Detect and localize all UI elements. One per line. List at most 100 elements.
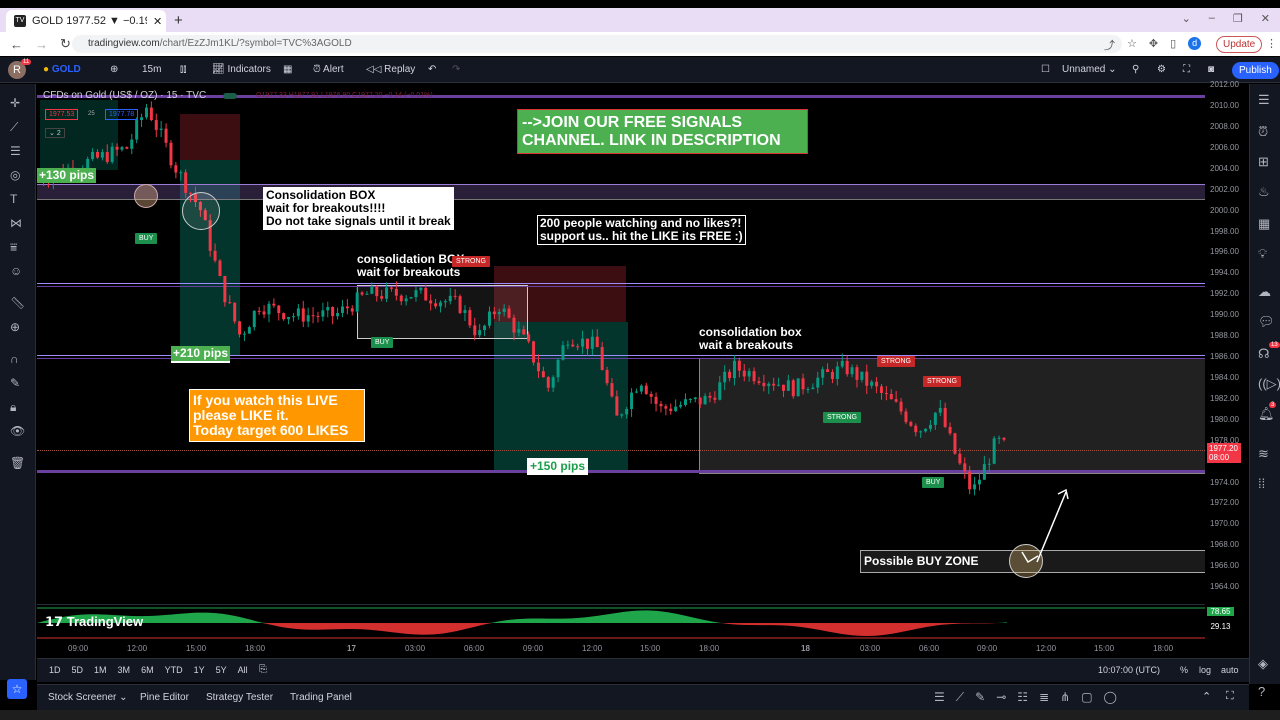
pattern-icon[interactable]: ⋈: [10, 216, 22, 230]
magnet-icon[interactable]: ∩: [10, 352, 19, 366]
broadcast-icon[interactable]: ((▷)): [1258, 376, 1280, 392]
dom-icon[interactable]: ⁞⁞: [1258, 476, 1265, 491]
zoom-in-icon[interactable]: ⊕: [10, 320, 20, 334]
pitchfork-icon[interactable]: ⋔: [1060, 690, 1070, 705]
range-button-5y[interactable]: 5Y: [216, 665, 227, 675]
publish-button[interactable]: Publish: [1232, 62, 1279, 79]
new-tab-button[interactable]: +: [174, 12, 183, 29]
range-button-all[interactable]: All: [238, 665, 248, 675]
text-icon[interactable]: T: [10, 192, 17, 206]
symbol-search[interactable]: ● GOLD: [43, 64, 81, 75]
goto-date-icon[interactable]: ⎘: [259, 664, 267, 675]
back-icon[interactable]: ←: [10, 37, 23, 52]
parallel-channel-icon[interactable]: ☷: [1017, 690, 1028, 705]
fib-icon[interactable]: ≣: [1039, 690, 1049, 705]
streams-icon[interactable]: ☊: [1258, 346, 1270, 362]
alerts-clock-icon[interactable]: ⏰︎: [1258, 124, 1268, 140]
settings-gear-icon[interactable]: ⚙: [1157, 64, 1166, 75]
forward-icon[interactable]: →: [35, 37, 48, 52]
range-button-3m[interactable]: 3M: [118, 665, 131, 675]
url-field[interactable]: tradingview.com/chart/EzZJm1KL/?symbol=T…: [72, 35, 1122, 53]
sidepanel-icon[interactable]: ▯: [1170, 37, 1176, 53]
tab-trading-panel[interactable]: Trading Panel: [290, 692, 352, 703]
maximize-icon[interactable]: ❐: [1233, 12, 1243, 25]
chart-type-icon[interactable]: ⫾⫾: [180, 64, 186, 75]
ruler-icon[interactable]: 📏︎: [10, 296, 25, 310]
redo-icon[interactable]: ↷: [452, 64, 460, 75]
replay-button[interactable]: ◁◁ Replay: [366, 64, 415, 75]
update-button[interactable]: Update: [1216, 36, 1263, 53]
share-icon[interactable]: ⤴: [1104, 37, 1115, 53]
layout-select-icon[interactable]: ☐: [1041, 64, 1050, 75]
symbol-legend[interactable]: CFDs on Gold (US$ / OZ) · 15 · TVC: [43, 90, 206, 101]
minimize-icon[interactable]: –: [1209, 12, 1215, 25]
menu-icon[interactable]: ☰: [934, 690, 945, 705]
range-button-1d[interactable]: 1D: [49, 665, 61, 675]
forecast-icon[interactable]: ⩸: [10, 240, 17, 255]
utc-clock[interactable]: 10:07:00 (UTC): [1098, 665, 1160, 675]
line-icon[interactable]: ⟋: [956, 690, 964, 705]
collapse-panel-icon[interactable]: ⌃: [1202, 690, 1211, 703]
log-toggle[interactable]: log: [1199, 665, 1211, 675]
close-window-icon[interactable]: ✕: [1261, 12, 1270, 25]
browser-menu-icon[interactable]: ⋮: [1266, 37, 1277, 50]
watchlist-star-icon[interactable]: ☆: [7, 679, 27, 699]
lock-icon[interactable]: 🔒︎: [10, 400, 16, 415]
tab-search-icon[interactable]: ⌄: [1182, 12, 1191, 25]
pen-icon[interactable]: ✎: [975, 690, 985, 705]
tab-pine-editor[interactable]: Pine Editor: [140, 692, 189, 703]
snapshot-camera-icon[interactable]: ◙: [1208, 64, 1214, 75]
ideas-lightbulb-icon[interactable]: 💡︎: [1258, 246, 1267, 262]
trend-line-icon[interactable]: ⟋: [10, 120, 18, 135]
trash-icon[interactable]: 🗑︎: [10, 456, 25, 470]
data-window-icon[interactable]: ⊞: [1258, 154, 1269, 170]
calendar-icon[interactable]: ▦: [1258, 216, 1270, 232]
indicators-button[interactable]: 📈︎ Indicators: [212, 64, 271, 75]
crosshair-icon[interactable]: ✛: [10, 96, 20, 110]
stay-drawing-icon[interactable]: ✎: [10, 376, 20, 390]
browser-tab[interactable]: TV GOLD 1977.52 ▼ −0.19% U ✕: [6, 10, 166, 32]
buy-price-button[interactable]: 1977.78: [105, 109, 139, 120]
search-icon[interactable]: ⚲: [1132, 64, 1139, 75]
notifications-bell-icon[interactable]: 🔔︎: [1258, 406, 1275, 422]
help-icon[interactable]: ?: [1258, 684, 1265, 699]
chart-pane[interactable]: CFDs on Gold (US$ / OZ) · 15 · TVC O1977…: [37, 84, 1205, 604]
reload-icon[interactable]: ↻: [60, 36, 71, 52]
hide-eye-icon[interactable]: 👁︎: [10, 424, 25, 438]
rectangle-icon[interactable]: ▢: [1081, 690, 1092, 705]
alert-button[interactable]: ⏰︎ Alert: [313, 64, 344, 75]
profile-avatar[interactable]: d: [1188, 37, 1202, 50]
close-tab-icon[interactable]: ✕: [153, 15, 162, 28]
layout-name[interactable]: Unnamed ⌄: [1062, 64, 1117, 75]
tab-stock-screener[interactable]: Stock Screener ⌄: [48, 692, 128, 703]
extensions-icon[interactable]: ✥: [1149, 37, 1158, 53]
minds-icon[interactable]: ☁: [1258, 284, 1271, 300]
undo-icon[interactable]: ↶: [428, 64, 436, 75]
compare-symbol-icon[interactable]: ⊕: [110, 64, 118, 75]
oscillator-pane[interactable]: 𝟭𝟳 TradingView: [37, 604, 1205, 640]
percent-toggle[interactable]: %: [1180, 665, 1188, 675]
auto-toggle[interactable]: auto: [1221, 665, 1239, 675]
watchlist-icon[interactable]: ☰: [1258, 92, 1270, 108]
fib-icon[interactable]: ☰: [10, 144, 21, 158]
layers-icon[interactable]: ◈: [1258, 656, 1268, 672]
indicators-collapse[interactable]: ⌄ 2: [45, 128, 65, 138]
bookmark-star-icon[interactable]: ☆: [1127, 37, 1137, 53]
range-button-5d[interactable]: 5D: [72, 665, 84, 675]
hotlists-icon[interactable]: ♨: [1258, 184, 1270, 200]
collapse-chevron-icon[interactable]: ≋: [1258, 446, 1269, 462]
range-button-ytd[interactable]: YTD: [165, 665, 183, 675]
range-button-1y[interactable]: 1Y: [194, 665, 205, 675]
tab-strategy-tester[interactable]: Strategy Tester: [206, 692, 273, 703]
range-button-1m[interactable]: 1M: [94, 665, 107, 675]
fullscreen-icon[interactable]: ⛶: [1183, 64, 1190, 75]
chat-icon[interactable]: 💬︎: [1258, 314, 1275, 330]
templates-icon[interactable]: ▦: [283, 64, 292, 75]
horizontal-line-icon[interactable]: ⊸: [996, 690, 1006, 705]
emoji-icon[interactable]: ☺: [10, 264, 22, 278]
brush-icon[interactable]: ◎: [10, 168, 20, 182]
time-axis[interactable]: 09:00 12:00 15:00 18:00 17 03:00 06:00 09:00 12:…: [37, 640, 1249, 658]
maximize-panel-icon[interactable]: ⛶: [1226, 690, 1234, 703]
range-button-6m[interactable]: 6M: [141, 665, 154, 675]
interval-button[interactable]: 15m: [142, 64, 161, 75]
